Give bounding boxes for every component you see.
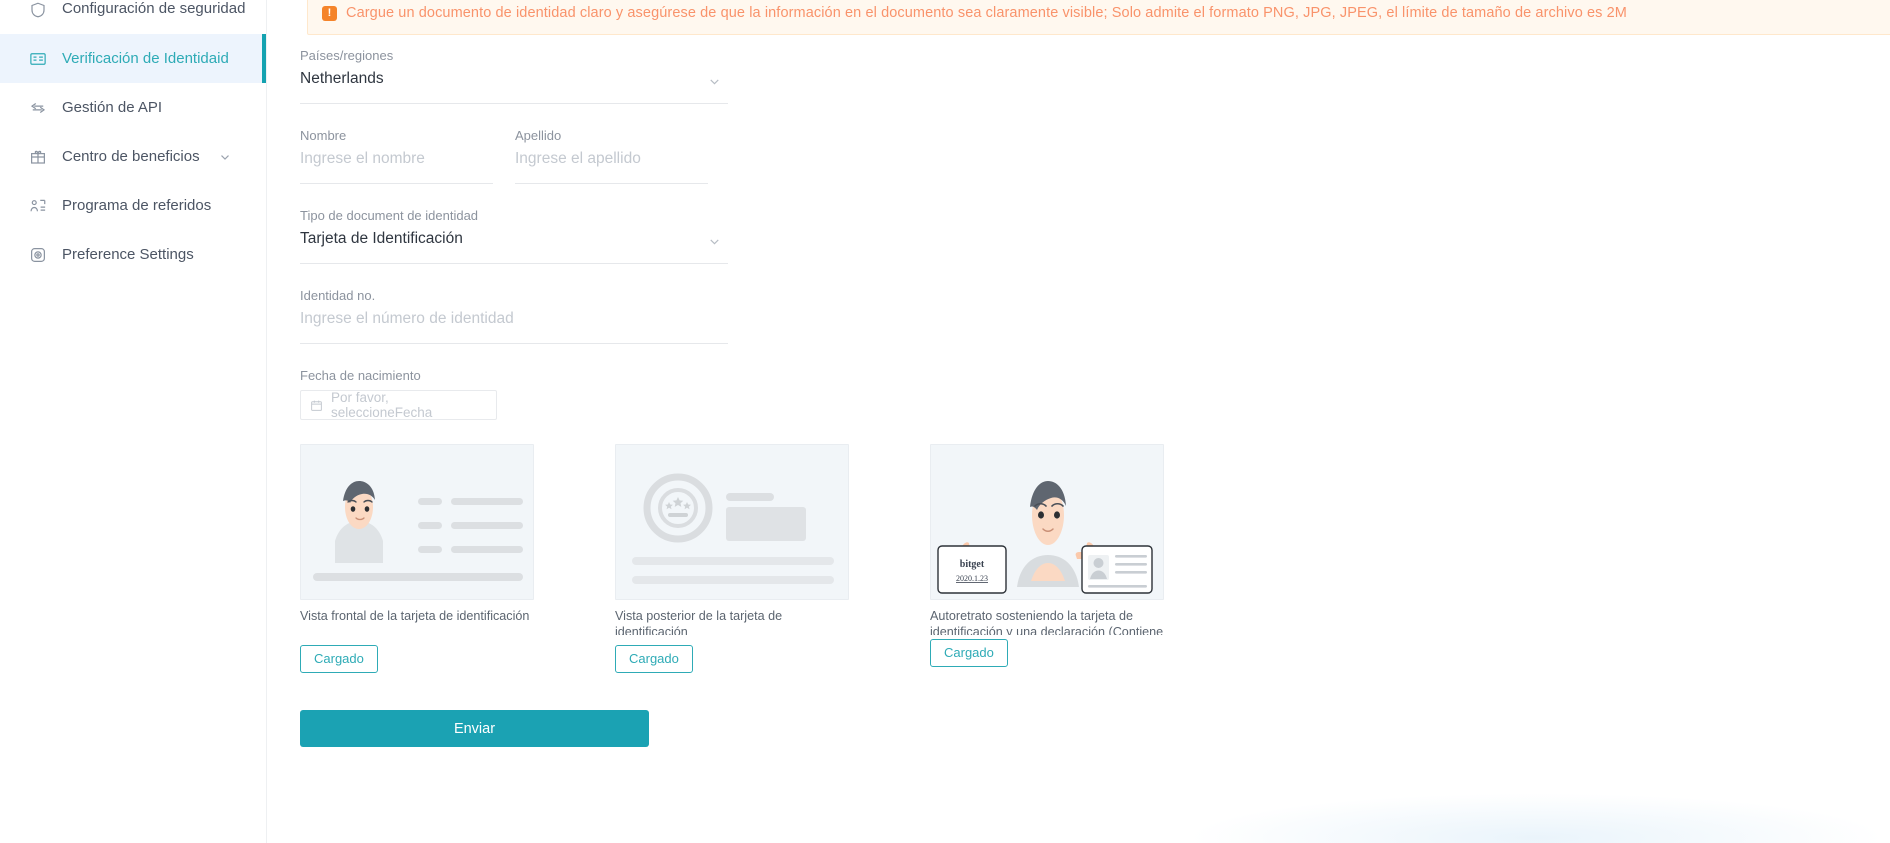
sidebar-item-label: Preference Settings bbox=[62, 246, 194, 263]
upload-back-button[interactable]: Cargado bbox=[615, 645, 693, 673]
upload-guidance-alert: ! Cargue un documento de identidad claro… bbox=[307, 0, 1890, 35]
gear-circle-icon bbox=[28, 245, 48, 265]
upload-card-caption: Autoretrato sosteniendo la tarjeta de id… bbox=[930, 609, 1164, 635]
upload-card-caption: Vista frontal de la tarjeta de identific… bbox=[300, 609, 530, 623]
sidebar: Configuración de seguridad Verificación … bbox=[0, 0, 267, 843]
sidebar-item-identity-verification[interactable]: Verificación de Identidaid bbox=[0, 34, 266, 83]
upload-card-caption: Vista posterior de la tarjeta de identif… bbox=[615, 609, 783, 635]
selfie-svg: bitget 2020.1.23 bbox=[937, 481, 1153, 594]
id-number-field-group: Identidad no. Ingrese el número de ident… bbox=[300, 288, 1400, 344]
sidebar-item-label: Centro de beneficios bbox=[62, 148, 200, 165]
warning-icon: ! bbox=[322, 5, 337, 21]
chevron-down-icon[interactable] bbox=[218, 150, 232, 164]
last-name-input[interactable]: Ingrese el apellido bbox=[515, 150, 708, 184]
id-card-icon bbox=[28, 49, 48, 69]
document-type-field-group: Tipo de document de identidad Tarjeta de… bbox=[300, 208, 1400, 264]
id-number-input[interactable]: Ingrese el número de identidad bbox=[300, 310, 728, 344]
identity-verification-page: Configuración de seguridad Verificación … bbox=[0, 0, 1890, 843]
document-type-value: Tarjeta de Identificación bbox=[300, 230, 463, 247]
sidebar-item-label: Gestión de API bbox=[62, 99, 163, 116]
first-name-label: Nombre bbox=[300, 128, 347, 143]
upload-card-front: Vista frontal de la tarjeta de identific… bbox=[300, 444, 574, 673]
upload-card-back: Vista posterior de la tarjeta de identif… bbox=[615, 444, 889, 673]
svg-text:bitget: bitget bbox=[960, 559, 985, 570]
upload-card-selfie: bitget 2020.1.23 Autoretrato sosteniendo… bbox=[930, 444, 1204, 673]
id-card-back-illustration[interactable] bbox=[615, 444, 849, 600]
background-glow bbox=[1187, 793, 1887, 843]
id-number-label: Identidad no. bbox=[300, 288, 376, 303]
id-number-placeholder: Ingrese el número de identidad bbox=[300, 310, 514, 327]
upload-selfie-button[interactable]: Cargado bbox=[930, 639, 1008, 667]
alert-message: Cargue un documento de identidad claro y… bbox=[346, 5, 1627, 21]
id-back-svg bbox=[632, 473, 834, 584]
country-field-group: Países/regiones Netherlands bbox=[300, 48, 1400, 104]
birth-date-picker[interactable]: Por favor, seleccioneFecha bbox=[300, 390, 497, 420]
api-arrows-icon bbox=[28, 98, 48, 118]
last-name-label: Apellido bbox=[515, 128, 562, 143]
main-content: ! Cargue un documento de identidad claro… bbox=[267, 0, 1890, 843]
last-name-placeholder: Ingrese el apellido bbox=[515, 150, 641, 167]
name-row: Nombre Ingrese el nombre Apellido Ingres… bbox=[300, 128, 1400, 184]
document-type-label: Tipo de document de identidad bbox=[300, 208, 479, 223]
sidebar-item-referral-program[interactable]: Programa de referidos bbox=[0, 181, 266, 230]
first-name-placeholder: Ingrese el nombre bbox=[300, 150, 425, 167]
svg-text:2020.1.23: 2020.1.23 bbox=[956, 574, 988, 583]
gift-icon bbox=[28, 147, 48, 167]
first-name-field-group: Nombre Ingrese el nombre bbox=[300, 128, 515, 184]
sidebar-item-label: Verificación de Identidaid bbox=[62, 50, 229, 67]
identity-form: Países/regiones Netherlands Nombre Ingre… bbox=[300, 48, 1400, 747]
birth-date-field-group: Fecha de nacimiento Por favor, seleccion… bbox=[300, 368, 1400, 420]
id-card-front-illustration[interactable] bbox=[300, 444, 534, 600]
sidebar-item-label: Configuración de seguridad bbox=[62, 0, 246, 17]
chevron-down-icon[interactable] bbox=[707, 234, 722, 249]
selfie-with-id-illustration[interactable]: bitget 2020.1.23 bbox=[930, 444, 1164, 600]
shield-icon bbox=[28, 0, 48, 20]
sidebar-item-security-settings[interactable]: Configuración de seguridad bbox=[0, 0, 266, 34]
birth-date-placeholder: Por favor, seleccioneFecha bbox=[331, 390, 433, 420]
birth-date-label: Fecha de nacimiento bbox=[300, 368, 421, 383]
upload-front-button[interactable]: Cargado bbox=[300, 645, 378, 673]
country-value: Netherlands bbox=[300, 70, 384, 87]
sidebar-item-benefits-center[interactable]: Centro de beneficios bbox=[0, 132, 266, 181]
sidebar-item-api-management[interactable]: Gestión de API bbox=[0, 83, 266, 132]
sidebar-item-preference-settings[interactable]: Preference Settings bbox=[0, 230, 266, 279]
document-type-select[interactable]: Tarjeta de Identificación bbox=[300, 230, 728, 264]
submit-button[interactable]: Enviar bbox=[300, 710, 649, 747]
upload-cards: Vista frontal de la tarjeta de identific… bbox=[300, 444, 1400, 673]
calendar-icon bbox=[310, 399, 323, 412]
first-name-input[interactable]: Ingrese el nombre bbox=[300, 150, 493, 184]
last-name-field-group: Apellido Ingrese el apellido bbox=[515, 128, 730, 184]
chevron-down-icon[interactable] bbox=[707, 74, 722, 89]
referral-people-icon bbox=[28, 196, 48, 216]
sidebar-item-label: Programa de referidos bbox=[62, 197, 212, 214]
country-select[interactable]: Netherlands bbox=[300, 70, 728, 104]
id-front-svg bbox=[313, 481, 523, 581]
country-label: Países/regiones bbox=[300, 48, 394, 63]
